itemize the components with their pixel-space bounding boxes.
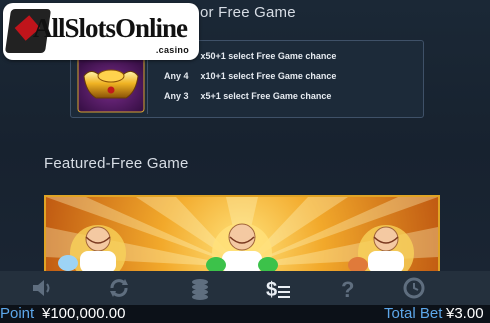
free-game-title: or Free Game bbox=[200, 4, 296, 21]
bottom-toolbar: $ ? bbox=[0, 271, 490, 305]
point-label: Point bbox=[0, 305, 35, 322]
allslotsonline-logo: AllSlotsOnline .casino bbox=[3, 3, 199, 60]
game-info-panel: or Free Game x50+1 select Free Game chan… bbox=[0, 0, 490, 275]
gold-ingot-icon bbox=[77, 55, 145, 113]
logo-subtext: .casino bbox=[155, 45, 189, 55]
coins-icon[interactable] bbox=[186, 274, 214, 302]
svg-text:?: ? bbox=[341, 277, 354, 302]
featured-free-game-image bbox=[44, 195, 440, 275]
laughing-buddha-illustration bbox=[46, 197, 438, 273]
logo-text: AllSlotsOnline bbox=[33, 13, 188, 43]
history-icon[interactable] bbox=[400, 274, 428, 302]
paytable-text: x10+1 select Free Game chance bbox=[200, 71, 337, 81]
status-bar: Point ¥100,000.00 Total Bet ¥3.00 bbox=[0, 305, 490, 323]
point-value: ¥100,000.00 bbox=[42, 305, 126, 322]
paytable-row: Any 4 x10+1 select Free Game chance bbox=[164, 66, 336, 86]
paytable-text: x50+1 select Free Game chance bbox=[200, 51, 337, 61]
paytable-count: Any 3 bbox=[164, 91, 189, 101]
total-bet-label: Total Bet bbox=[384, 305, 443, 322]
paytable-count: Any 4 bbox=[164, 71, 189, 81]
paytable-row: Any 3 x5+1 select Free Game chance bbox=[164, 86, 336, 106]
autoplay-icon[interactable] bbox=[105, 274, 133, 302]
svg-text:$: $ bbox=[266, 279, 277, 301]
paytable-text: x5+1 select Free Game chance bbox=[200, 91, 332, 101]
gold-ingot-symbol bbox=[76, 54, 148, 114]
speaker-icon[interactable] bbox=[28, 274, 56, 302]
help-icon[interactable]: ? bbox=[334, 274, 362, 302]
total-bet-value: ¥3.00 bbox=[446, 305, 484, 322]
featured-free-game-title: Featured-Free Game bbox=[44, 155, 189, 172]
paytable-icon[interactable]: $ bbox=[264, 274, 292, 302]
